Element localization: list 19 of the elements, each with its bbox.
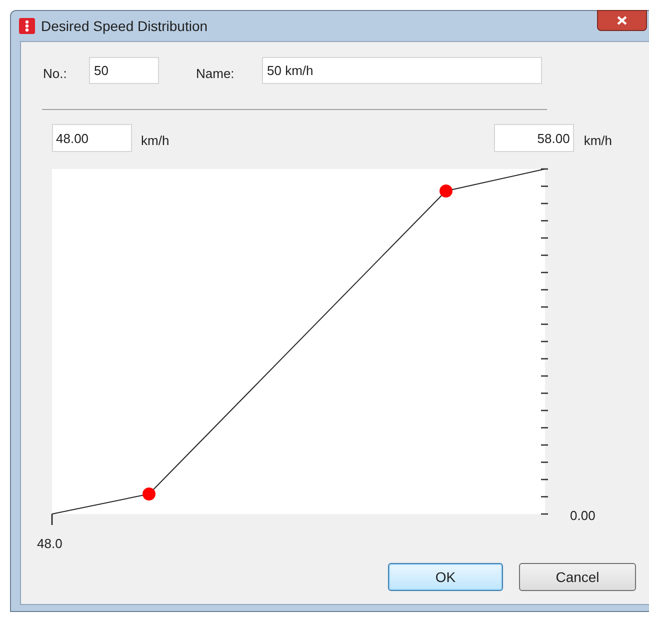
- unit-label: km/h: [584, 132, 612, 150]
- traffic-light-icon: [19, 18, 35, 34]
- y-axis-label: 0.00: [570, 508, 596, 523]
- close-icon: [617, 16, 627, 25]
- max-speed-field[interactable]: 58.00: [494, 124, 574, 152]
- name-label: Name:: [196, 64, 236, 83]
- window-title: Desired Speed Distribution: [41, 16, 208, 36]
- x-axis-label: 48.0: [37, 536, 62, 551]
- name-field[interactable]: 50 km/h: [262, 57, 542, 84]
- curve-handle[interactable]: [142, 488, 156, 500]
- number-field[interactable]: 50: [89, 57, 159, 84]
- x-axis-tick: [51, 514, 53, 525]
- close-button[interactable]: [597, 10, 647, 31]
- ok-button[interactable]: OK: [388, 563, 503, 591]
- cancel-button[interactable]: Cancel: [519, 563, 636, 591]
- unit-label: km/h: [141, 132, 170, 150]
- min-speed-field[interactable]: 48.00: [52, 124, 132, 152]
- curve-handle[interactable]: [440, 184, 452, 198]
- number-label: No.:: [43, 64, 68, 83]
